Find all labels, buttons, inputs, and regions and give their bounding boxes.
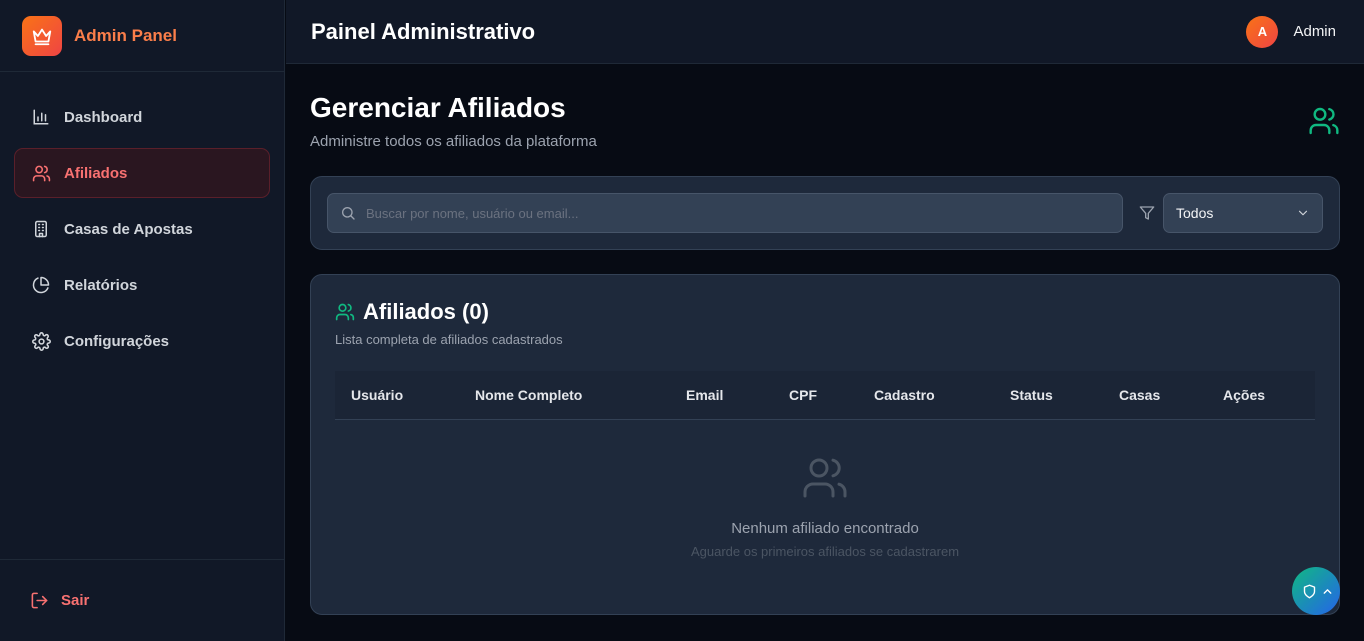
shield-icon [1302,584,1317,599]
users-icon [31,163,51,183]
logout-button[interactable]: Sair [30,591,89,610]
card-subtitle: Lista completa de afiliados cadastrados [335,332,563,347]
logout-label: Sair [61,592,90,609]
empty-state: Nenhum afiliado encontrado Aguarde os pr… [335,420,1315,559]
sidebar: Admin Panel Dashboard Afiliados Casas de… [0,0,285,641]
sidebar-item-label: Relatórios [64,276,138,294]
sidebar-item-label: Configurações [64,332,170,350]
sidebar-item-configuracoes[interactable]: Configurações [14,316,270,366]
page-header: Gerenciar Afiliados Administre todos os … [310,65,1340,176]
user-menu[interactable]: A Admin [1246,15,1336,48]
column-header[interactable]: Usuário [351,387,403,403]
crown-icon [22,15,62,56]
sidebar-item-afiliados[interactable]: Afiliados [14,148,270,198]
gear-icon [31,331,51,351]
column-header[interactable]: Email [686,387,723,403]
logout-icon [30,591,49,610]
page-subtitle: Administre todos os afiliados da platafo… [310,133,597,150]
users-icon [335,302,355,322]
column-header[interactable]: Casas [1119,387,1160,403]
header-title: Painel Administrativo [311,18,536,44]
column-header[interactable]: CPF [789,387,817,403]
chevron-down-icon [1296,206,1310,220]
status-filter-value: Todos [1176,205,1214,221]
user-name: Admin [1293,23,1336,40]
empty-state-title: Nenhum afiliado encontrado [731,520,919,537]
filter-bar: Todos [310,176,1340,250]
sidebar-item-label: Casas de Apostas [64,220,193,238]
empty-state-subtitle: Aguarde os primeiros afiliados se cadast… [690,544,960,559]
users-icon [335,454,1315,502]
main-content: Gerenciar Afiliados Administre todos os … [286,65,1364,641]
sidebar-item-label: Dashboard [64,108,143,126]
brand-title: Admin Panel [74,25,177,45]
column-header[interactable]: Nome Completo [475,387,582,403]
pie-chart-icon [31,275,51,295]
sidebar-nav: Dashboard Afiliados Casas de Apostas Rel… [0,72,284,366]
sidebar-item-dashboard[interactable]: Dashboard [14,92,270,142]
bar-chart-icon [31,107,51,127]
sidebar-item-casas-de-apostas[interactable]: Casas de Apostas [14,204,270,254]
card-title: Afiliados (0) [363,299,489,324]
users-icon [1308,105,1340,142]
floating-action-button[interactable] [1292,567,1340,615]
top-header: Painel Administrativo A Admin [286,0,1364,64]
column-header[interactable]: Status [1010,387,1053,403]
sidebar-footer: Sair [0,559,285,641]
page-title: Gerenciar Afiliados [310,92,566,123]
table-header: Usuário Nome Completo Email CPF Cadastro… [335,371,1315,420]
sidebar-item-relatorios[interactable]: Relatórios [14,260,270,310]
status-filter-select[interactable]: Todos [1163,193,1323,233]
filter-icon [1139,205,1155,221]
search-icon [340,205,356,221]
search-input[interactable] [366,205,1122,221]
search-box[interactable] [327,193,1123,233]
brand[interactable]: Admin Panel [0,0,284,72]
sidebar-item-label: Afiliados [64,164,128,182]
column-header[interactable]: Ações [1223,387,1265,403]
chevron-up-icon [1321,585,1334,598]
affiliates-card: Afiliados (0) Lista completa de afiliado… [310,274,1340,615]
column-header[interactable]: Cadastro [874,387,935,403]
avatar: A [1246,15,1279,48]
building-icon [31,219,51,239]
card-title-row: Afiliados (0) [335,299,1315,325]
